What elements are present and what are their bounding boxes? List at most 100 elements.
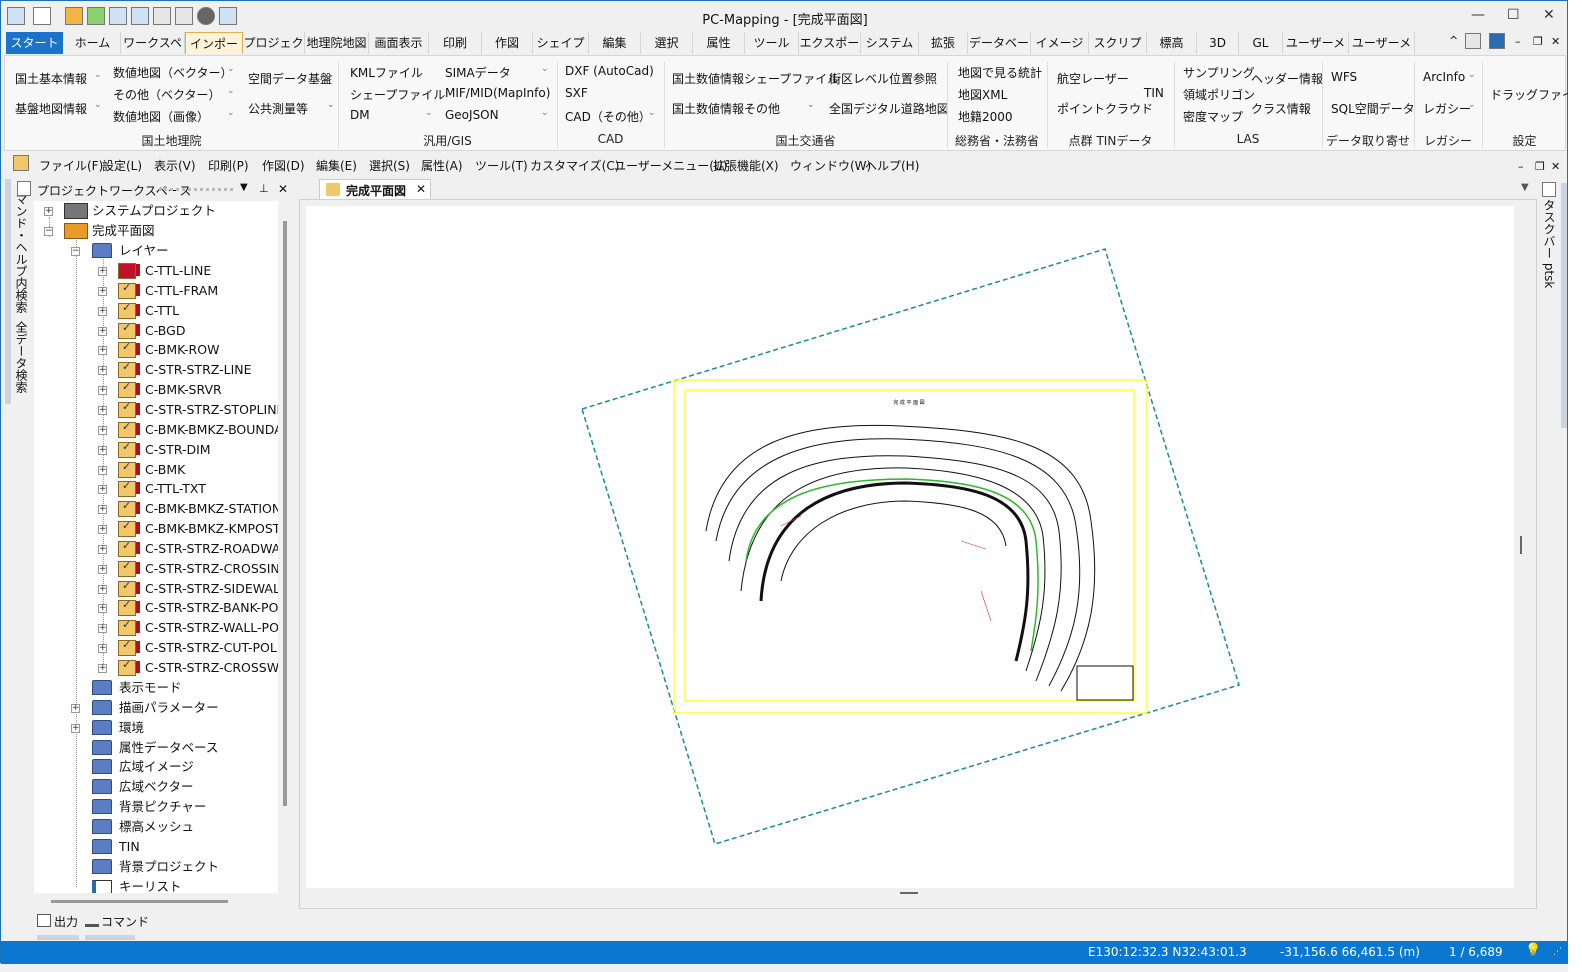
ribbon-item[interactable]: 数値地図（画像） [113,108,209,125]
close-button[interactable]: ✕ [1543,7,1555,23]
expand-icon[interactable]: + [98,446,107,455]
layer-visibility-checkbox[interactable] [118,360,136,378]
close-tab-icon[interactable]: ✕ [416,182,426,196]
menu-item[interactable]: 属性(A) [421,157,463,174]
ribbon-tab[interactable]: スクリプト [1089,32,1147,72]
tree-item-layer[interactable]: C-BGD [145,321,185,341]
doc-minimize-button[interactable]: – [1518,160,1524,173]
layer-visibility-checkbox[interactable] [118,440,136,458]
chevron-down-icon[interactable]: ⌄ [94,100,102,110]
chevron-down-icon[interactable]: ⌄ [425,86,433,96]
ribbon-tab[interactable]: 地理院地図 [305,32,369,54]
side-tab-all-data-search[interactable]: 全データ検索 [13,321,30,393]
chevron-down-icon[interactable]: ⌄ [1468,70,1476,80]
ribbon-item[interactable]: ヘッダー情報 [1251,70,1323,87]
menu-item[interactable]: ファイル(F) [39,157,103,174]
doc-close-button[interactable]: ✕ [1551,160,1560,173]
tree-item-folder[interactable]: キーリスト [119,877,182,893]
expand-icon[interactable]: + [44,207,53,216]
tree-item-folder[interactable]: 背景ピクチャー [119,797,206,817]
tree-item-layer[interactable]: C-TTL-TXT [145,479,206,499]
ribbon-item[interactable]: クラス情報 [1251,100,1311,117]
menu-item[interactable]: 作図(D) [262,157,305,174]
tree-item-layer[interactable]: C-BMK-ROW [145,340,219,360]
ribbon-item[interactable]: 密度マップ [1183,108,1243,125]
menu-item[interactable]: 選択(S) [369,157,410,174]
ribbon-item[interactable]: 数値地図（ベクター） [113,64,233,81]
expand-icon[interactable]: + [98,565,107,574]
menu-item[interactable]: 印刷(P) [208,157,249,174]
mdi-restore-button[interactable]: ❐ [1533,35,1543,48]
map-canvas[interactable]: 完 成 平 面 図 [306,206,1514,888]
menu-item[interactable]: 編集(E) [316,157,357,174]
ribbon-tab[interactable]: ユーザーメニュ [1283,32,1349,72]
ribbon-tab[interactable]: 編集 [589,32,641,54]
ribbon-item[interactable]: 地籍2000 [958,108,1013,125]
ribbon-tab[interactable]: 標高 [1147,32,1197,54]
tab-command[interactable]: コマンド [101,913,149,930]
ribbon-tab[interactable]: シェイプ [533,32,589,54]
layer-visibility-checkbox[interactable] [118,618,136,636]
tree-item-folder[interactable]: TIN [119,837,140,857]
tree-item-layer[interactable]: C-BMK [145,460,185,480]
chevron-down-icon[interactable]: ⌄ [648,108,656,118]
chevron-down-icon[interactable]: ⌄ [807,100,815,110]
ribbon-item[interactable]: DXF (AutoCad) [565,64,654,78]
ribbon-tab[interactable]: 拡張 [919,32,968,54]
layer-visibility-checkbox[interactable] [118,658,136,676]
ribbon-tab[interactable]: 画面表示 [369,32,429,54]
tree-item-layer[interactable]: C-STR-STRZ-CUT-POL [145,638,277,658]
side-tab-taskbar[interactable]: タスクバー ptsk [1541,199,1558,288]
tree-item-layer[interactable]: C-STR-STRZ-SIDEWALK [145,579,278,599]
expand-icon[interactable]: + [98,624,107,633]
tree-item-layer[interactable]: C-BMK-BMKZ-KMPOST [145,519,278,539]
resize-grip-icon[interactable]: ⋰ [1553,947,1562,957]
tab-list-icon[interactable]: ▼ [1521,182,1529,193]
ribbon-tab[interactable]: ツール [745,32,799,54]
expand-icon[interactable]: + [98,386,107,395]
layer-visibility-checkbox[interactable] [118,400,136,418]
layer-visibility-checkbox[interactable] [118,321,136,339]
expand-icon[interactable]: + [98,664,107,673]
layer-visibility-checkbox[interactable] [118,420,136,438]
lightbulb-icon[interactable]: 💡 [1525,943,1541,958]
ribbon-item[interactable]: レガシー [1423,100,1471,117]
tree-item-folder[interactable]: 標高メッシュ [119,817,194,837]
menu-item[interactable]: ツール(T) [475,157,528,174]
chevron-down-icon[interactable]: ⌄ [541,64,549,74]
menu-item[interactable]: 表示(V) [154,157,196,174]
tree-hscrollbar[interactable] [51,900,228,903]
ribbon-tab[interactable]: ホーム [65,32,121,54]
tree-item-layer[interactable]: C-TTL-FRAM [145,281,218,301]
ribbon-item[interactable]: KMLファイル [350,64,423,81]
ribbon-item[interactable]: 基盤地図情報 [15,100,87,117]
splitter-handle[interactable] [900,892,918,894]
tree-item-folder[interactable]: 広域ベクター [119,777,194,797]
expand-icon[interactable]: + [98,485,107,494]
ribbon-item[interactable]: SIMAデータ [445,64,511,81]
ribbon-tab[interactable]: エクスポート [799,32,861,72]
collapse-icon[interactable]: − [44,227,53,236]
ribbon-item[interactable]: 航空レーザー [1057,70,1129,87]
pin-icon[interactable]: ⊥ [259,182,269,195]
ribbon-item[interactable]: GeoJSON [445,108,499,122]
ribbon-item[interactable]: 国土基本情報 [15,70,87,87]
layer-visibility-checkbox[interactable] [118,598,136,616]
expand-icon[interactable]: + [98,426,107,435]
menu-item[interactable]: 拡張機能(X) [713,157,779,174]
menu-item[interactable]: 設定(L) [102,157,142,174]
tree-item-layer[interactable]: C-BMK-SRVR [145,380,222,400]
expand-icon[interactable]: + [71,704,80,713]
tree-item-layer[interactable]: C-STR-STRZ-BANK-POL [145,598,278,618]
chevron-down-icon[interactable]: ⌄ [425,108,433,118]
layer-visibility-checkbox[interactable] [118,499,136,517]
ribbon-tab[interactable]: スタート [6,32,63,54]
ribbon-tab[interactable]: プロジェクト [243,32,305,72]
menu-item[interactable]: ウィンドウ(W) [790,157,871,174]
tree-item-layer[interactable]: C-STR-STRZ-LINE [145,360,252,380]
expand-icon[interactable]: + [98,366,107,375]
ribbon-item[interactable]: その他（ベクター） [113,86,221,103]
menu-item[interactable]: カスタマイズ(C) [530,157,619,174]
layer-visibility-checkbox[interactable] [118,460,136,478]
ribbon-tab[interactable]: 印刷 [429,32,482,54]
